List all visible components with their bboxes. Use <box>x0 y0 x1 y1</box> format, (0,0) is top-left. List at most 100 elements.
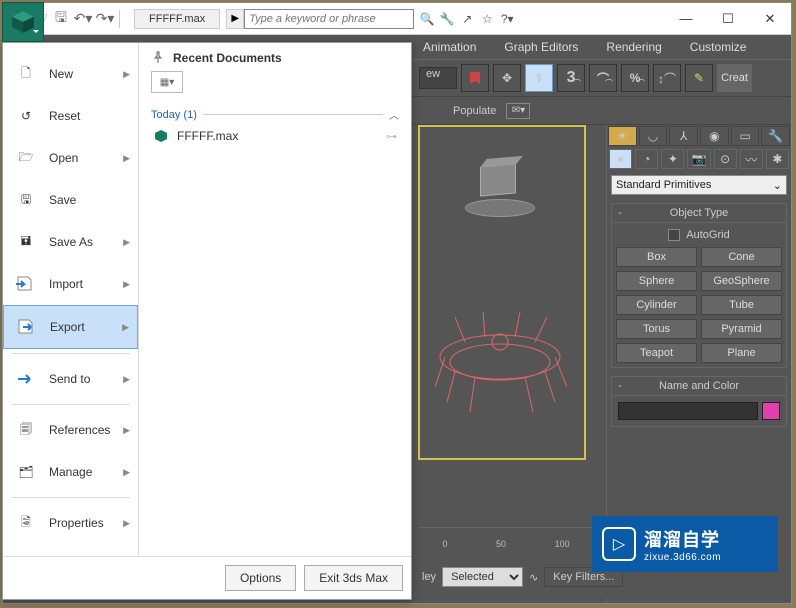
create-selection-set[interactable]: Creat <box>717 64 752 92</box>
select-move-icon[interactable]: ⬆ <box>525 64 553 92</box>
export-icon <box>14 314 40 340</box>
menu-reset[interactable]: ↺Reset <box>3 95 138 137</box>
arc-icon[interactable]: ◡ <box>639 126 668 146</box>
selection-mode-dropdown[interactable]: Selected <box>442 567 523 587</box>
3dsmax-file-icon <box>153 128 169 144</box>
spinner-snap-icon[interactable]: ↕⌒ <box>653 64 681 92</box>
autogrid-checkbox[interactable] <box>668 229 680 241</box>
recent-header: Recent Documents <box>151 51 399 65</box>
rollup-header[interactable]: -Object Type <box>612 204 786 223</box>
autogrid-row[interactable]: AutoGrid <box>616 227 782 247</box>
scene-object-box <box>460 157 540 217</box>
watermark-text: 溜溜自学 <box>644 526 721 552</box>
geometry-icon[interactable]: ● <box>609 149 632 169</box>
prim-plane[interactable]: Plane <box>701 343 782 363</box>
menu-save[interactable]: 🖫Save <box>3 179 138 221</box>
snap-angle[interactable]: ⌒⌒ <box>589 64 617 92</box>
motion-icon[interactable]: ◉ <box>700 126 729 146</box>
snap-percent[interactable]: %⌒ <box>621 64 649 92</box>
envelope-icon[interactable]: ✉▾ <box>506 103 530 119</box>
label: Export <box>50 320 85 334</box>
prim-pyramid[interactable]: Pyramid <box>701 319 782 339</box>
options-button[interactable]: Options <box>225 565 296 591</box>
utilities-icon[interactable]: 🔧 <box>761 126 790 146</box>
undo-icon[interactable]: ↶▾ <box>73 9 93 29</box>
snap-3[interactable]: 3⌒ <box>557 64 585 92</box>
recent-view-dropdown[interactable]: ▦▾ <box>151 71 183 93</box>
reset-icon: ↺ <box>13 103 39 129</box>
rollup-header-nc[interactable]: -Name and Color <box>612 377 786 396</box>
prim-cone[interactable]: Cone <box>701 247 782 267</box>
menu-customize[interactable]: Customize <box>690 40 747 54</box>
menu-rendering[interactable]: Rendering <box>606 40 661 54</box>
display-icon[interactable]: ▭ <box>731 126 760 146</box>
label: Import <box>49 277 83 291</box>
menu-import[interactable]: Import▶ <box>3 263 138 305</box>
application-button[interactable] <box>2 2 44 42</box>
arrow-icon: ▶ <box>122 322 129 333</box>
share-icon[interactable]: ↗ <box>458 10 476 28</box>
new-icon: 🗋 <box>13 61 39 87</box>
exit-button[interactable]: Exit 3ds Max <box>304 565 403 591</box>
prim-tube[interactable]: Tube <box>701 295 782 315</box>
redo-icon[interactable]: ↷▾ <box>95 9 115 29</box>
chevron-up-icon[interactable]: ︿ <box>389 107 399 122</box>
viewport[interactable] <box>418 125 586 460</box>
rollup-title: Name and Color <box>659 380 739 392</box>
search-input[interactable] <box>244 9 414 29</box>
autogrid-label: AutoGrid <box>686 229 729 241</box>
save-file-icon[interactable]: 🖫 <box>51 9 71 29</box>
menu-manage[interactable]: 🗂Manage▶ <box>3 451 138 493</box>
timeline[interactable]: 0 50 100 <box>418 527 594 549</box>
systems-icon[interactable]: ✱ <box>766 149 789 169</box>
prim-torus[interactable]: Torus <box>616 319 697 339</box>
binoculars-icon[interactable]: 🔍 <box>418 10 436 28</box>
menu-animation[interactable]: Animation <box>423 40 476 54</box>
hierarchy-icon[interactable]: ⅄ <box>669 126 698 146</box>
search-wrap: ▶ <box>226 9 414 29</box>
object-name-input[interactable] <box>618 402 758 420</box>
arrow-icon: ▶ <box>123 374 130 385</box>
close-button[interactable]: ✕ <box>749 4 791 34</box>
prim-cylinder[interactable]: Cylinder <box>616 295 697 315</box>
dropdown-label: Standard Primitives <box>616 179 711 191</box>
shapes-icon[interactable]: ◔ <box>635 149 658 169</box>
color-swatch[interactable] <box>762 402 780 420</box>
star-icon[interactable]: ☆ <box>478 10 496 28</box>
menu-open[interactable]: 🗁Open▶ <box>3 137 138 179</box>
help-icon[interactable]: ?▾ <box>498 10 516 28</box>
populate-label[interactable]: Populate <box>453 105 496 117</box>
minimize-button[interactable]: — <box>665 4 707 34</box>
material-editor-icon[interactable]: ✎ <box>685 64 713 92</box>
selection-filter[interactable]: ew <box>419 67 457 89</box>
menu-export[interactable]: Export ▶ <box>3 305 138 349</box>
maximize-button[interactable]: ☐ <box>707 4 749 34</box>
sun-icon[interactable]: ☀ <box>608 126 637 146</box>
curve-icon[interactable]: ∿ <box>529 571 538 584</box>
lights-icon[interactable]: ✦ <box>661 149 684 169</box>
menu-send-to[interactable]: Send to▶ <box>3 358 138 400</box>
pin-icon <box>151 51 165 65</box>
menu-graph-editors[interactable]: Graph Editors <box>504 40 578 54</box>
prim-box[interactable]: Box <box>616 247 697 267</box>
move-icon[interactable]: ✥ <box>493 64 521 92</box>
menu-new[interactable]: 🗋New▶ <box>3 53 138 95</box>
bookmark-icon[interactable] <box>461 64 489 92</box>
spacewarps-icon[interactable]: 〰 <box>740 149 763 169</box>
search-go-icon[interactable]: ▶ <box>226 9 244 29</box>
recent-file-item[interactable]: FFFFF.max ⊶ <box>151 122 399 150</box>
menu-references[interactable]: 🗐References▶ <box>3 409 138 451</box>
prim-teapot[interactable]: Teapot <box>616 343 697 363</box>
prim-sphere[interactable]: Sphere <box>616 271 697 291</box>
helpers-icon[interactable]: ⊙ <box>714 149 737 169</box>
tick: 50 <box>496 539 506 549</box>
primitive-category-dropdown[interactable]: Standard Primitives⌄ <box>611 175 787 195</box>
application-menu: 🗋New▶ ↺Reset 🗁Open▶ 🖫Save 🖬Save As▶ Impo… <box>2 42 412 600</box>
references-icon: 🗐 <box>13 417 39 443</box>
menu-properties[interactable]: 🗟Properties▶ <box>3 502 138 544</box>
menu-save-as[interactable]: 🖬Save As▶ <box>3 221 138 263</box>
pin-icon[interactable]: ⊶ <box>386 130 397 143</box>
cameras-icon[interactable]: 📷 <box>687 149 710 169</box>
key-icon[interactable]: 🔧 <box>438 10 456 28</box>
prim-geosphere[interactable]: GeoSphere <box>701 271 782 291</box>
